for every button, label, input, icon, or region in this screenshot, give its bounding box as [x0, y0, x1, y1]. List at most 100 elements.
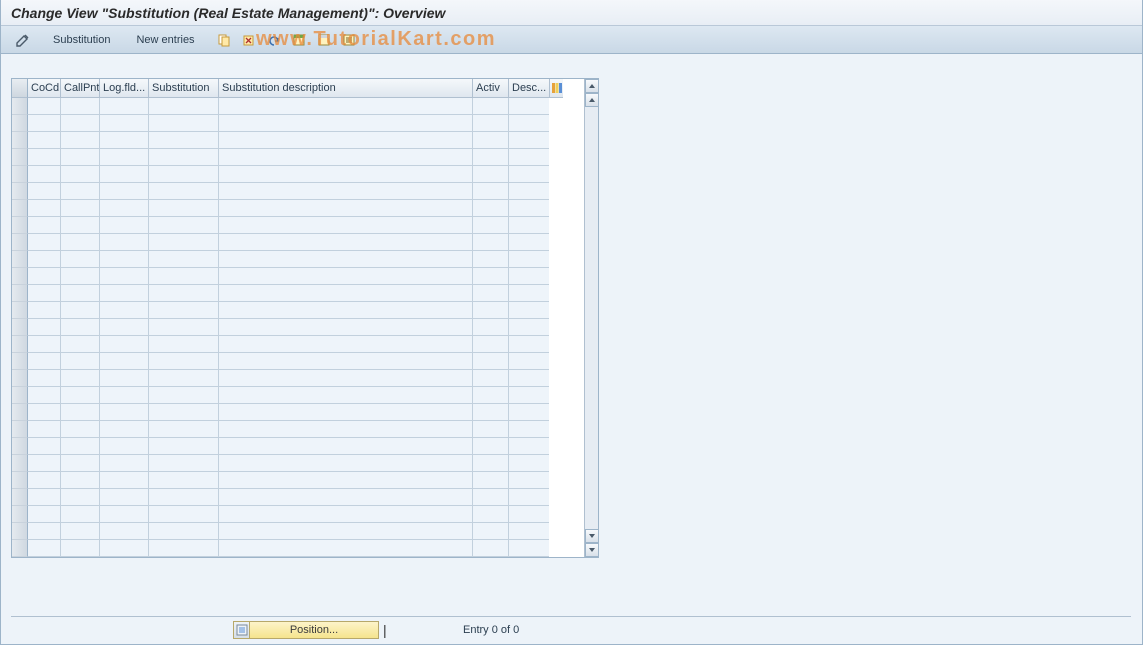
grid-cell[interactable]: [219, 217, 473, 234]
grid-cell[interactable]: [473, 523, 509, 540]
row-handle[interactable]: [12, 217, 28, 234]
grid-cell[interactable]: [61, 523, 100, 540]
row-handle[interactable]: [12, 302, 28, 319]
grid-cell[interactable]: [100, 438, 149, 455]
grid-cell[interactable]: [61, 438, 100, 455]
grid-cell[interactable]: [28, 404, 61, 421]
scroll-track[interactable]: [585, 107, 598, 529]
grid-cell[interactable]: [28, 319, 61, 336]
grid-cell[interactable]: [473, 183, 509, 200]
grid-cell[interactable]: [473, 387, 509, 404]
grid-cell[interactable]: [509, 234, 549, 251]
grid-cell[interactable]: [473, 234, 509, 251]
grid-cell[interactable]: [149, 455, 219, 472]
grid-cell[interactable]: [149, 132, 219, 149]
grid-cell[interactable]: [149, 540, 219, 557]
grid-cell[interactable]: [473, 166, 509, 183]
print-icon[interactable]: [338, 30, 360, 50]
grid-cell[interactable]: [219, 353, 473, 370]
row-handle[interactable]: [12, 506, 28, 523]
grid-cell[interactable]: [219, 166, 473, 183]
grid-cell[interactable]: [509, 404, 549, 421]
grid-cell[interactable]: [509, 200, 549, 217]
grid-cell[interactable]: [61, 285, 100, 302]
grid-cell[interactable]: [61, 200, 100, 217]
grid-cell[interactable]: [473, 302, 509, 319]
grid-cell[interactable]: [219, 506, 473, 523]
grid-cell[interactable]: [100, 370, 149, 387]
row-handle[interactable]: [12, 472, 28, 489]
row-handle[interactable]: [12, 455, 28, 472]
grid-cell[interactable]: [149, 523, 219, 540]
undo-icon[interactable]: [263, 30, 285, 50]
grid-cell[interactable]: [473, 319, 509, 336]
grid-cell[interactable]: [509, 421, 549, 438]
grid-cell[interactable]: [149, 115, 219, 132]
scroll-step-down-icon[interactable]: [585, 529, 599, 543]
grid-cell[interactable]: [28, 285, 61, 302]
col-header-logfld[interactable]: Log.fld...: [100, 79, 149, 98]
grid-cell[interactable]: [100, 387, 149, 404]
vertical-scrollbar[interactable]: [584, 79, 598, 557]
grid-cell[interactable]: [100, 268, 149, 285]
grid-cell[interactable]: [149, 149, 219, 166]
grid-cell[interactable]: [509, 438, 549, 455]
grid-cell[interactable]: [473, 98, 509, 115]
col-header-activ[interactable]: Activ: [473, 79, 509, 98]
grid-cell[interactable]: [28, 115, 61, 132]
configure-columns-icon[interactable]: [549, 79, 563, 98]
row-handle[interactable]: [12, 489, 28, 506]
grid-cell[interactable]: [219, 234, 473, 251]
grid-cell[interactable]: [219, 115, 473, 132]
grid-cell[interactable]: [509, 98, 549, 115]
grid-cell[interactable]: [149, 217, 219, 234]
grid-cell[interactable]: [149, 421, 219, 438]
row-handle[interactable]: [12, 98, 28, 115]
grid-cell[interactable]: [149, 387, 219, 404]
grid-cell[interactable]: [100, 404, 149, 421]
grid-cell[interactable]: [61, 370, 100, 387]
grid-cell[interactable]: [509, 353, 549, 370]
col-header-substitution-description[interactable]: Substitution description: [219, 79, 473, 98]
grid-cell[interactable]: [28, 455, 61, 472]
grid-cell[interactable]: [149, 183, 219, 200]
grid-cell[interactable]: [100, 455, 149, 472]
row-handle[interactable]: [12, 149, 28, 166]
grid-cell[interactable]: [509, 523, 549, 540]
grid-cell[interactable]: [149, 319, 219, 336]
grid-cell[interactable]: [219, 183, 473, 200]
grid-cell[interactable]: [149, 200, 219, 217]
grid-cell[interactable]: [149, 472, 219, 489]
row-handle[interactable]: [12, 438, 28, 455]
scroll-up-icon[interactable]: [585, 79, 599, 93]
grid-cell[interactable]: [219, 132, 473, 149]
grid-cell[interactable]: [100, 251, 149, 268]
grid-cell[interactable]: [28, 183, 61, 200]
grid-cell[interactable]: [219, 200, 473, 217]
grid-cell[interactable]: [28, 353, 61, 370]
grid-cell[interactable]: [61, 166, 100, 183]
grid-cell[interactable]: [28, 200, 61, 217]
grid-cell[interactable]: [100, 336, 149, 353]
col-header-descr[interactable]: Desc...: [509, 79, 549, 98]
grid-cell[interactable]: [509, 489, 549, 506]
grid-cell[interactable]: [473, 421, 509, 438]
grid-cell[interactable]: [149, 353, 219, 370]
grid-cell[interactable]: [149, 285, 219, 302]
grid-cell[interactable]: [473, 268, 509, 285]
row-handle[interactable]: [12, 404, 28, 421]
grid-cell[interactable]: [28, 421, 61, 438]
grid-cell[interactable]: [149, 166, 219, 183]
grid-cell[interactable]: [219, 387, 473, 404]
grid-cell[interactable]: [61, 319, 100, 336]
grid-cell[interactable]: [473, 353, 509, 370]
grid-cell[interactable]: [473, 115, 509, 132]
grid-cell[interactable]: [219, 251, 473, 268]
grid-cell[interactable]: [28, 489, 61, 506]
row-handle[interactable]: [12, 251, 28, 268]
grid-cell[interactable]: [473, 251, 509, 268]
deselect-all-icon[interactable]: [313, 30, 335, 50]
row-handle[interactable]: [12, 132, 28, 149]
grid-cell[interactable]: [28, 387, 61, 404]
grid-cell[interactable]: [149, 98, 219, 115]
